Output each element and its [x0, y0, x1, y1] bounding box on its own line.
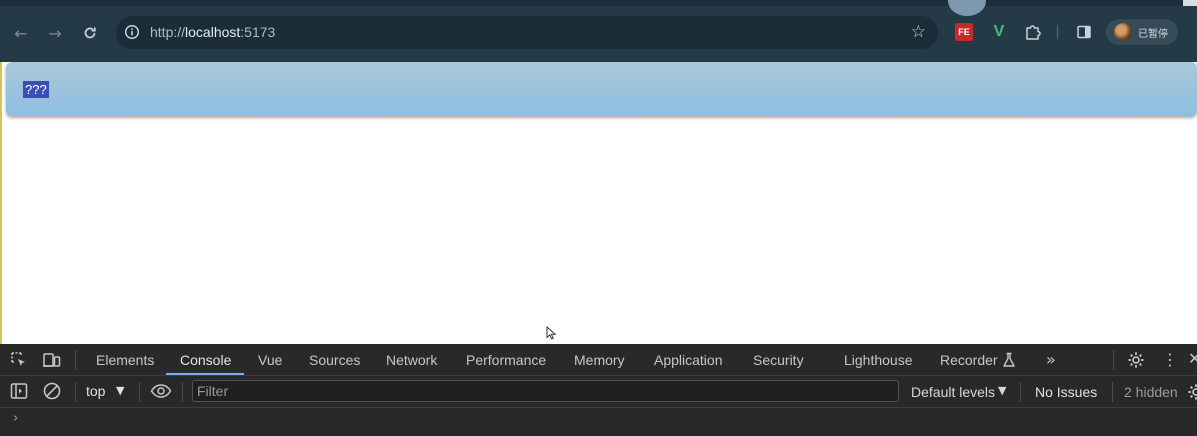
profile-status-label: 已暂停 — [1138, 29, 1168, 40]
toolbar-divider — [75, 382, 76, 402]
settings-gear-icon[interactable] — [1126, 350, 1146, 370]
side-panel-icon[interactable] — [1074, 22, 1094, 42]
tab-recorder[interactable]: Recorder — [940, 352, 998, 368]
toolbar-divider — [139, 382, 140, 402]
live-expression-eye-icon[interactable] — [150, 381, 172, 401]
address-bar[interactable]: http://localhost:5173 ☆ — [116, 16, 938, 49]
more-options-icon[interactable]: ⋮ — [1162, 350, 1178, 369]
more-tabs-icon[interactable]: » — [1046, 350, 1056, 369]
device-toolbar-icon[interactable] — [42, 350, 62, 370]
toolbar-divider — [182, 382, 183, 402]
mouse-cursor-icon — [546, 326, 556, 340]
reload-icon[interactable] — [79, 22, 101, 44]
url-port: :5173 — [240, 24, 276, 40]
tab-avatar[interactable] — [948, 0, 986, 16]
hidden-messages-count: 2 hidden — [1124, 384, 1178, 400]
page-viewport: ??? — [0, 62, 1197, 344]
url-scheme: http:// — [150, 24, 186, 40]
extensions-puzzle-icon[interactable] — [1023, 22, 1043, 42]
site-info-icon[interactable] — [124, 24, 140, 40]
tab-sources[interactable]: Sources — [309, 352, 360, 368]
log-levels-caret-icon[interactable]: ▼ — [998, 384, 1006, 397]
bookmark-star-icon[interactable]: ☆ — [911, 22, 926, 42]
tab-network[interactable]: Network — [386, 352, 437, 368]
vue-extension-label: V — [993, 23, 1005, 40]
log-levels-dropdown[interactable]: Default levels — [911, 384, 995, 400]
fe-extension-label: FE — [958, 27, 970, 37]
toolbar-divider — [1057, 25, 1058, 39]
profile-button[interactable]: 已暂停 — [1106, 19, 1178, 45]
issues-counter[interactable]: No Issues — [1035, 384, 1097, 400]
tab-strip — [0, 0, 1197, 6]
tab-vue[interactable]: Vue — [258, 352, 282, 368]
devtools-tab-bar: Elements Console Vue Sources Network Per… — [0, 344, 1197, 376]
tab-bar-divider — [1113, 350, 1114, 370]
browser-toolbar: ← → http://localhost:5173 ☆ FE V 已暂停 — [0, 0, 1197, 62]
tab-elements[interactable]: Elements — [96, 352, 154, 368]
sidebar-toggle-icon[interactable] — [9, 381, 29, 401]
tab-application[interactable]: Application — [654, 352, 723, 368]
vue-extension-icon[interactable]: V — [989, 22, 1009, 42]
fe-extension-icon[interactable]: FE — [955, 23, 973, 41]
app-header: ??? — [6, 62, 1197, 116]
inspect-element-icon[interactable] — [9, 350, 29, 370]
url-host: localhost — [185, 24, 241, 40]
tab-console[interactable]: Console — [180, 352, 231, 368]
window-edge — [0, 62, 2, 344]
flask-icon — [1003, 352, 1015, 367]
toolbar-divider — [1112, 382, 1113, 402]
console-toolbar: top ▼ Default levels ▼ No Issues 2 hidde… — [0, 376, 1197, 408]
devtools-panel: Elements Console Vue Sources Network Per… — [0, 344, 1197, 436]
clear-console-icon[interactable] — [42, 381, 62, 401]
avatar — [1114, 23, 1132, 41]
tab-performance[interactable]: Performance — [466, 352, 546, 368]
tab-memory[interactable]: Memory — [574, 352, 625, 368]
selected-text: ??? — [23, 81, 49, 98]
tab-lighthouse[interactable]: Lighthouse — [844, 352, 913, 368]
forward-icon[interactable]: → — [44, 22, 66, 44]
context-select[interactable]: top — [86, 383, 105, 399]
toolbar-divider — [1020, 382, 1021, 402]
context-caret-icon[interactable]: ▼ — [116, 384, 124, 397]
url-text[interactable]: http://localhost:5173 — [150, 24, 275, 40]
window-corner — [1183, 0, 1197, 6]
back-icon[interactable]: ← — [10, 22, 32, 44]
tab-bar-divider — [75, 350, 76, 370]
console-filter-input[interactable] — [192, 380, 899, 402]
console-prompt[interactable]: › — [13, 411, 18, 426]
console-settings-gear-icon[interactable] — [1186, 382, 1197, 402]
close-devtools-icon[interactable]: ✕ — [1188, 349, 1197, 368]
tab-security[interactable]: Security — [753, 352, 804, 368]
active-tab-indicator — [166, 373, 244, 375]
